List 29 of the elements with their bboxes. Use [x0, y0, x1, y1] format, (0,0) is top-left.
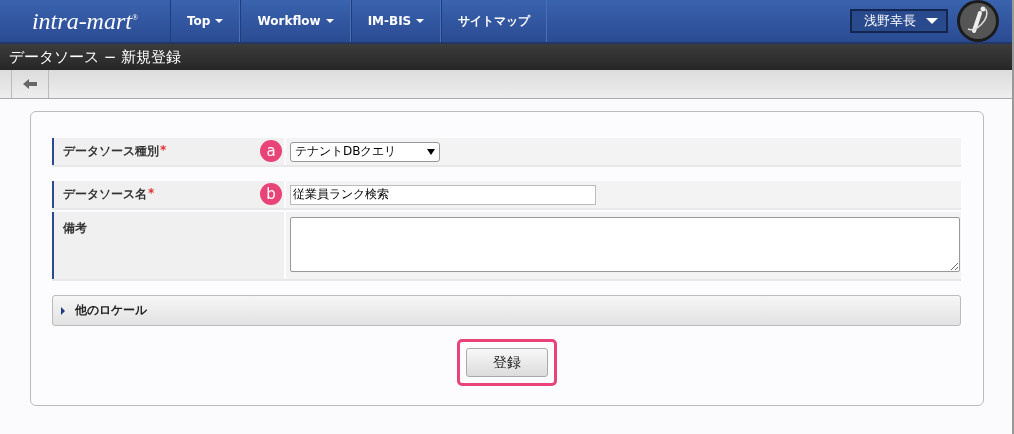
back-button[interactable]	[11, 70, 49, 98]
dropdown-arrow-icon	[427, 148, 435, 155]
field-label: データソース名	[63, 186, 147, 203]
field-label: 備考	[63, 220, 87, 237]
accordion-label: 他のロケール	[75, 302, 147, 319]
field-label: データソース種別	[63, 143, 159, 160]
menu-item[interactable]: サイトマップ	[441, 0, 548, 42]
annotation-badge: b	[260, 183, 282, 205]
textarea-field[interactable]	[290, 217, 960, 272]
expand-icon	[61, 306, 65, 315]
logo-icon[interactable]	[956, 0, 1000, 43]
menu-item[interactable]: Workflow	[240, 0, 351, 42]
menu-item[interactable]: IM-BIS	[350, 0, 442, 42]
required-mark: *	[160, 143, 167, 157]
select-field[interactable]: テナントDBクエリ	[290, 141, 440, 162]
logo[interactable]: intra-mart$^{®}$	[0, 7, 170, 35]
required-mark: *	[148, 186, 155, 200]
menu-item[interactable]: Top	[170, 0, 241, 42]
back-arrow-icon	[23, 79, 37, 89]
user-menu[interactable]: 浅野幸長	[850, 9, 948, 33]
accordion-header[interactable]: 他のロケール	[52, 295, 961, 326]
register-button[interactable]: 登録	[465, 348, 548, 377]
caret-icon	[215, 19, 224, 23]
caret-icon	[416, 19, 425, 23]
caret-icon	[926, 18, 938, 24]
text-field[interactable]: 従業員ランク検索	[290, 184, 596, 205]
annotation-badge: a	[260, 140, 282, 162]
caret-icon	[325, 19, 334, 23]
page-title: データソース − 新規登録	[9, 47, 182, 67]
